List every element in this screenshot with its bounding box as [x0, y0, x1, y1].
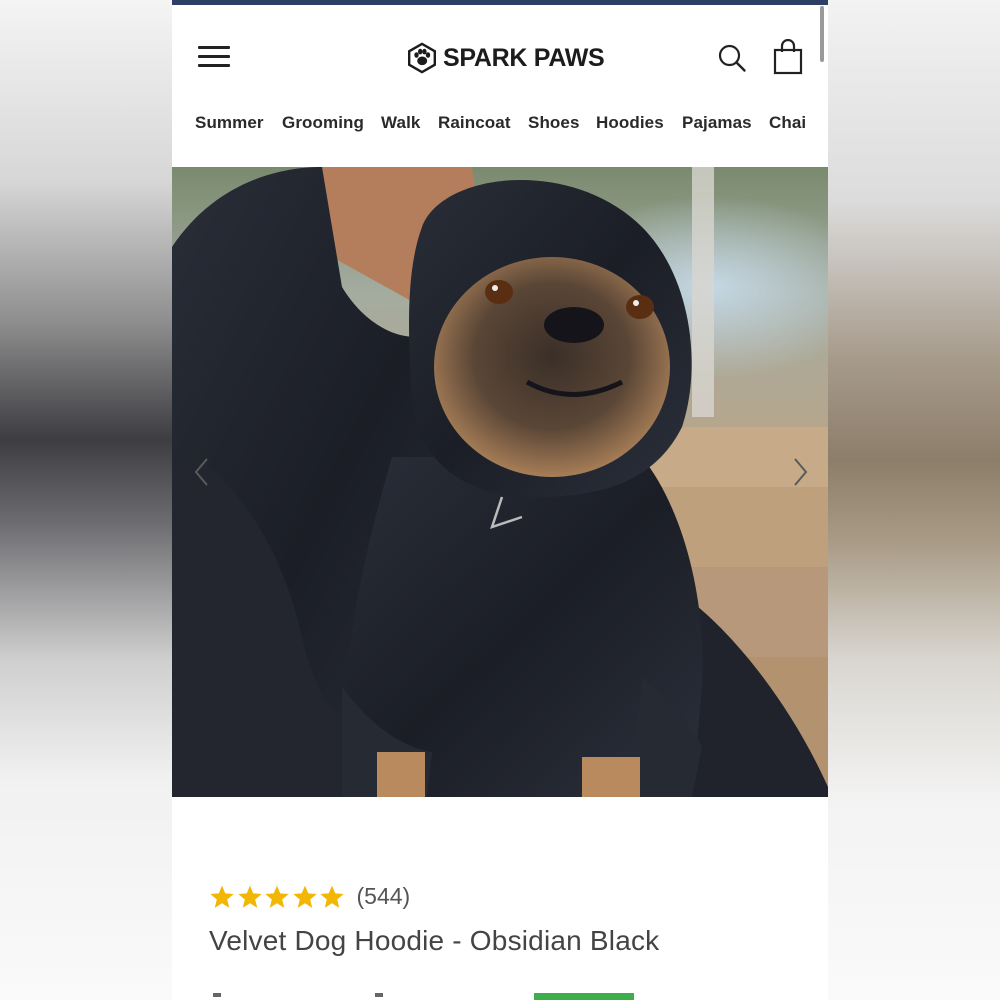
- search-icon[interactable]: [717, 43, 747, 73]
- product-rating[interactable]: (544): [209, 883, 410, 910]
- chevron-right-icon[interactable]: [786, 455, 814, 489]
- brand-name: SPARK PAWS: [443, 43, 605, 72]
- star-icon: [237, 885, 262, 908]
- site-header: SPARK PAWS: [172, 5, 828, 105]
- nav-item-summer[interactable]: Summer: [195, 113, 264, 133]
- product-info: (544) Velvet Dog Hoodie - Obsidian Black: [172, 797, 828, 1000]
- hamburger-menu-icon[interactable]: [198, 43, 232, 71]
- star-icon: [320, 885, 344, 908]
- star-icon: [292, 885, 317, 908]
- product-title: Velvet Dog Hoodie - Obsidian Black: [209, 925, 660, 956]
- nav-item-grooming[interactable]: Grooming: [282, 113, 364, 133]
- review-count: (544): [356, 883, 411, 909]
- chevron-left-icon[interactable]: [188, 455, 216, 489]
- nav-item-hoodies[interactable]: Hoodies: [596, 113, 664, 133]
- star-rating: [209, 884, 347, 910]
- brand-logo[interactable]: SPARK PAWS: [405, 40, 605, 76]
- star-icon: [265, 885, 289, 908]
- mobile-page: SPARK PAWS Summer Grooming Walk Raincoat…: [172, 0, 828, 1000]
- price-text-partial: [213, 993, 383, 997]
- background-blur-right: [828, 0, 1000, 1000]
- sale-badge: [534, 993, 634, 1000]
- nav-item-raincoat[interactable]: Raincoat: [438, 113, 511, 133]
- product-image-gallery[interactable]: [172, 167, 828, 797]
- nav-item-shoes[interactable]: Shoes: [528, 113, 580, 133]
- shopping-bag-icon[interactable]: [772, 39, 804, 75]
- category-nav: Summer Grooming Walk Raincoat Shoes Hood…: [172, 105, 828, 145]
- product-photo: [172, 167, 828, 797]
- nav-item-chai[interactable]: Chai: [769, 113, 806, 133]
- nav-item-walk[interactable]: Walk: [381, 113, 420, 133]
- star-icon: [210, 885, 234, 908]
- paw-logo-icon: [408, 42, 436, 74]
- nav-item-pajamas[interactable]: Pajamas: [682, 113, 752, 133]
